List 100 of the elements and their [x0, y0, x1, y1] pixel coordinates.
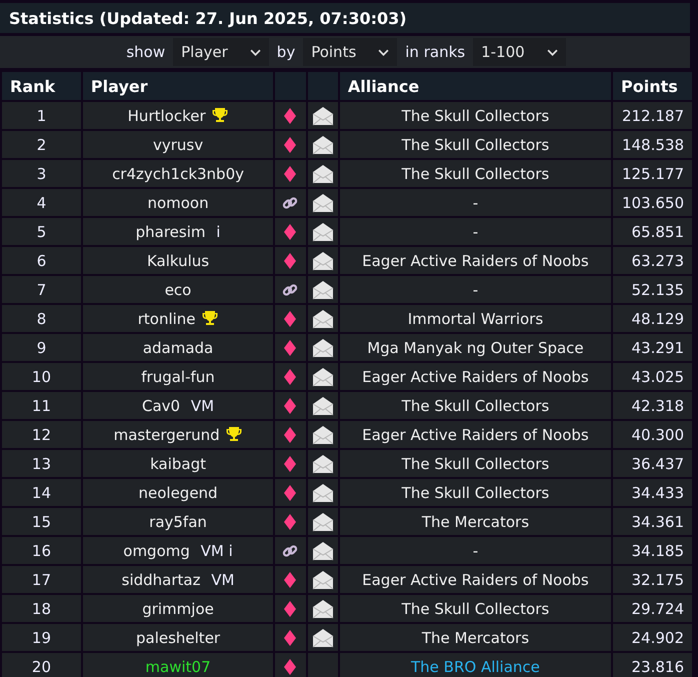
- points-cell: 103.650: [613, 189, 692, 216]
- diamond-icon[interactable]: [284, 137, 296, 154]
- alliance-link[interactable]: -: [472, 194, 478, 212]
- column-header: Player: [82, 72, 274, 100]
- envelope-icon[interactable]: [312, 628, 334, 648]
- rank-cell: 9: [2, 334, 81, 361]
- filter-label: show: [125, 43, 166, 61]
- diamond-icon[interactable]: [284, 427, 296, 444]
- diamond-icon[interactable]: [284, 514, 296, 530]
- envelope-icon[interactable]: [312, 570, 334, 590]
- envelope-icon[interactable]: [312, 540, 334, 560]
- rank-cell: 6: [2, 247, 81, 274]
- window-title: Statistics (Updated: 27. Jun 2025, 07:30:03): [9, 8, 407, 28]
- envelope-icon[interactable]: [312, 598, 334, 618]
- rank-cell: 15: [2, 508, 81, 535]
- player-link[interactable]: siddhartaz: [122, 570, 200, 588]
- rank-cell: 11: [2, 392, 81, 419]
- rank-cell: 19: [2, 624, 81, 651]
- diamond-icon[interactable]: [284, 601, 296, 618]
- envelope-icon[interactable]: [312, 164, 334, 184]
- rank-cell: 14: [2, 479, 81, 506]
- points-cell: 125.177: [613, 160, 692, 187]
- rank-cell: 2: [2, 131, 81, 158]
- player-status-tag: i: [216, 222, 220, 240]
- envelope-icon[interactable]: [312, 454, 334, 474]
- envelope-icon[interactable]: [312, 338, 334, 358]
- diamond-icon[interactable]: [284, 456, 296, 472]
- rank-cell: 8: [2, 305, 81, 332]
- rank-cell: 3: [2, 160, 81, 187]
- filter-label: by: [276, 43, 296, 61]
- rank-cell: 4: [2, 189, 81, 216]
- diamond-icon[interactable]: [284, 572, 296, 588]
- points-cell: 65.851: [613, 218, 692, 245]
- player-link[interactable]: pharesim: [136, 222, 206, 240]
- envelope-icon[interactable]: [312, 192, 334, 212]
- points-cell: 23.816: [613, 653, 692, 677]
- points-cell: 43.025: [613, 363, 692, 390]
- filter-dropdown[interactable]: Player: [173, 38, 269, 66]
- diamond-icon[interactable]: [284, 630, 296, 646]
- filter-dropdown[interactable]: Points: [303, 38, 398, 66]
- diamond-icon[interactable]: [284, 253, 296, 270]
- alliance-link[interactable]: -: [472, 222, 478, 240]
- points-cell: 42.318: [613, 392, 692, 419]
- points-cell: 34.433: [613, 479, 692, 506]
- diamond-icon[interactable]: [284, 398, 296, 414]
- rank-cell: 18: [2, 595, 81, 622]
- rank-cell: 7: [2, 276, 81, 303]
- envelope-icon[interactable]: [312, 424, 334, 444]
- points-cell: 24.902: [613, 624, 692, 651]
- chain-link-icon[interactable]: [282, 195, 298, 212]
- caret-icon: [546, 48, 558, 56]
- column-header: Alliance: [340, 72, 612, 100]
- column-header: Points: [613, 72, 692, 100]
- diamond-icon[interactable]: [284, 224, 296, 240]
- diamond-icon[interactable]: [284, 369, 296, 386]
- points-cell: 34.185: [613, 537, 692, 564]
- rank-cell: 16: [2, 537, 81, 564]
- envelope-icon[interactable]: [312, 222, 334, 242]
- alliance-link[interactable]: -: [472, 280, 478, 298]
- diamond-icon[interactable]: [284, 108, 296, 124]
- diamond-icon[interactable]: [284, 166, 296, 182]
- rank-cell: 1: [2, 102, 81, 129]
- envelope-icon[interactable]: [312, 308, 334, 328]
- player-link[interactable]: vyrusv: [152, 136, 204, 154]
- envelope-icon[interactable]: [312, 134, 334, 154]
- envelope-icon[interactable]: [312, 512, 334, 532]
- player-link[interactable]: kaibagt: [150, 454, 206, 472]
- rank-cell: 10: [2, 363, 81, 390]
- rank-cell: 13: [2, 450, 81, 477]
- player-link[interactable]: Cav0: [142, 396, 180, 414]
- rank-cell: 17: [2, 566, 81, 593]
- filter-dropdown[interactable]: 1-100: [473, 38, 566, 66]
- envelope-icon[interactable]: [312, 250, 334, 270]
- caret-icon: [378, 48, 390, 56]
- chain-link-icon[interactable]: [282, 543, 298, 560]
- rank-cell: 5: [2, 218, 81, 245]
- alliance-link[interactable]: -: [472, 542, 478, 560]
- points-cell: 148.538: [613, 131, 692, 158]
- envelope-icon[interactable]: [312, 106, 334, 126]
- points-cell: 36.437: [613, 450, 692, 477]
- player-status-tag: VM: [211, 570, 234, 588]
- points-cell: 63.273: [613, 247, 692, 274]
- envelope-icon[interactable]: [312, 280, 334, 300]
- points-cell: 32.175: [613, 566, 692, 593]
- envelope-icon[interactable]: [312, 366, 334, 386]
- diamond-icon[interactable]: [284, 485, 296, 502]
- points-cell: 52.135: [613, 276, 692, 303]
- diamond-icon[interactable]: [284, 659, 296, 676]
- player-link[interactable]: omgomg: [123, 542, 190, 560]
- points-cell: 212.187: [613, 102, 692, 129]
- diamond-icon[interactable]: [284, 340, 296, 356]
- points-cell: 43.291: [613, 334, 692, 361]
- diamond-icon[interactable]: [284, 311, 296, 328]
- chain-link-icon[interactable]: [282, 282, 298, 298]
- player-link[interactable]: eco: [164, 280, 192, 298]
- envelope-icon[interactable]: [312, 396, 334, 416]
- envelope-icon[interactable]: [312, 482, 334, 502]
- points-cell: 29.724: [613, 595, 692, 622]
- player-status-tag: VM: [190, 396, 214, 414]
- rank-cell: 12: [2, 421, 81, 448]
